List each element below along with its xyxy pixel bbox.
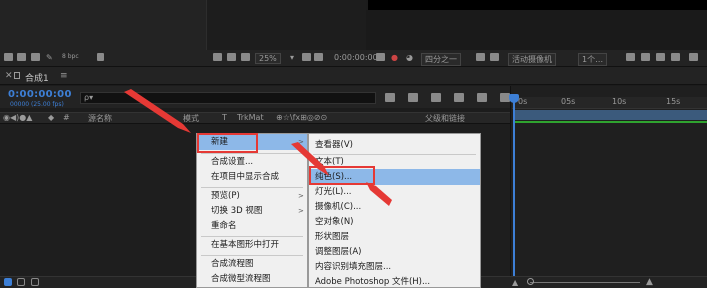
red-arrow xyxy=(291,142,329,176)
red-arrow xyxy=(124,89,191,133)
annotation-arrows xyxy=(124,89,392,206)
red-arrow xyxy=(366,182,392,206)
